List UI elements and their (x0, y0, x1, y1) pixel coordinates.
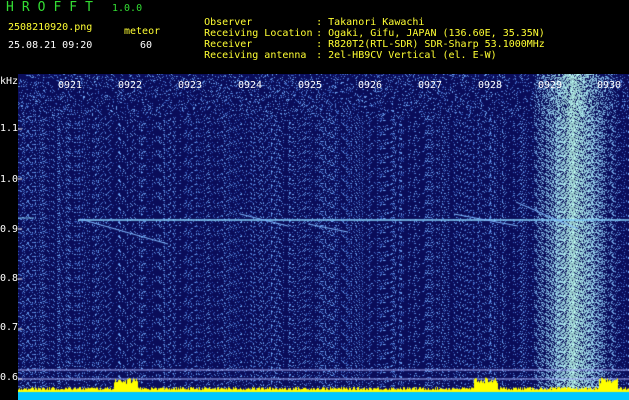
y-tick-label: 0.8 (0, 273, 19, 284)
y-unit-label: kHz (0, 76, 19, 87)
x-tick-label: 0928 (478, 80, 503, 91)
x-tick-label: 0921 (58, 80, 83, 91)
y-tick-label: 0.6 (0, 372, 19, 383)
header-panel: HROFFT 1.0.0 2508210920.png meteor 25.08… (0, 0, 629, 74)
x-tick-label: 0930 (597, 80, 622, 91)
x-tick-label: 0923 (178, 80, 203, 91)
meteor-count: 60 (140, 40, 153, 51)
x-tick-label: 0922 (118, 80, 143, 91)
x-tick-label: 0929 (538, 80, 563, 91)
x-tick-label: 0927 (418, 80, 443, 91)
y-tick-label: 1.0 (0, 174, 19, 185)
info-value: 2el-HB9CV Vertical (el. E-W) (328, 50, 497, 61)
mode-label: meteor (124, 26, 161, 37)
y-tick-label: 0.9 (0, 224, 19, 235)
app-version: 1.0.0 (112, 3, 143, 14)
info-antenna: Receiving antenna:2el-HB9CV Vertical (el… (204, 50, 497, 61)
x-tick-label: 0924 (238, 80, 263, 91)
app-logo: HROFFT (6, 0, 101, 15)
x-tick-label: 0925 (298, 80, 323, 91)
timestamp: 25.08.21 09:20 (8, 40, 93, 51)
file-name: 2508210920.png (8, 22, 93, 33)
info-key: Receiving antenna (204, 50, 307, 61)
y-tick-label: 1.1 (0, 123, 19, 134)
y-tick-label: 0.7 (0, 322, 19, 333)
spectrogram-canvas (18, 74, 629, 400)
x-tick-label: 0926 (358, 80, 383, 91)
